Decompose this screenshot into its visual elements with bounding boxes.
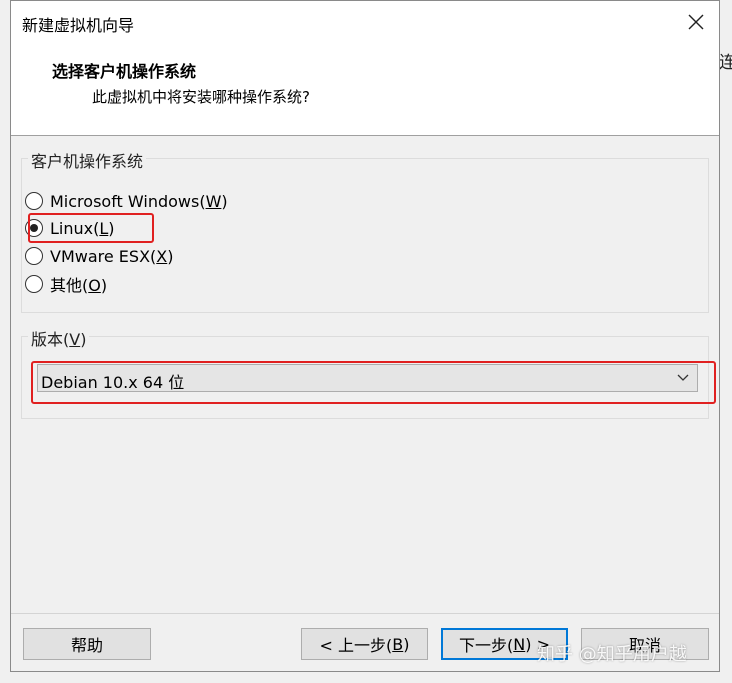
guest-os-group-label: 客户机操作系统 (28, 148, 147, 172)
cancel-button[interactable]: 取消 (581, 628, 709, 660)
version-group-label: 版本(V) (28, 326, 90, 350)
page-title: 选择客户机操作系统 (52, 62, 197, 81)
linux-highlight-box (28, 213, 154, 243)
version-highlight-box (31, 361, 716, 404)
radio-label-other: 其他(O) (50, 276, 108, 295)
radio-label-esx: VMware ESX(X) (50, 246, 174, 266)
wizard-header: 选择客户机操作系统 此虚拟机中将安装哪种操作系统? (11, 45, 719, 136)
page-subtitle: 此虚拟机中将安装哪种操作系统? (92, 88, 310, 106)
radio-microsoft-windows[interactable]: Microsoft Windows(W) (25, 189, 228, 213)
radio-label-windows: Microsoft Windows(W) (50, 191, 228, 211)
footer-divider (11, 613, 719, 614)
background-edge-text: 连 (719, 53, 732, 73)
radio-button-other[interactable] (25, 275, 43, 293)
radio-other[interactable]: 其他(O) (25, 272, 107, 296)
close-button[interactable] (673, 1, 719, 45)
close-icon (688, 14, 704, 30)
next-button[interactable]: 下一步(N) > (441, 628, 568, 660)
title-bar: 新建虚拟机向导 (11, 1, 719, 45)
radio-vmware-esx[interactable]: VMware ESX(X) (25, 244, 173, 268)
radio-button-windows[interactable] (25, 192, 43, 210)
help-button[interactable]: 帮助 (23, 628, 151, 660)
radio-button-esx[interactable] (25, 247, 43, 265)
new-vm-wizard-dialog: 新建虚拟机向导 选择客户机操作系统 此虚拟机中将安装哪种操作系统? 客户机操作系… (10, 0, 720, 672)
back-button[interactable]: < 上一步(B) (301, 628, 428, 660)
window-title: 新建虚拟机向导 (22, 16, 135, 35)
